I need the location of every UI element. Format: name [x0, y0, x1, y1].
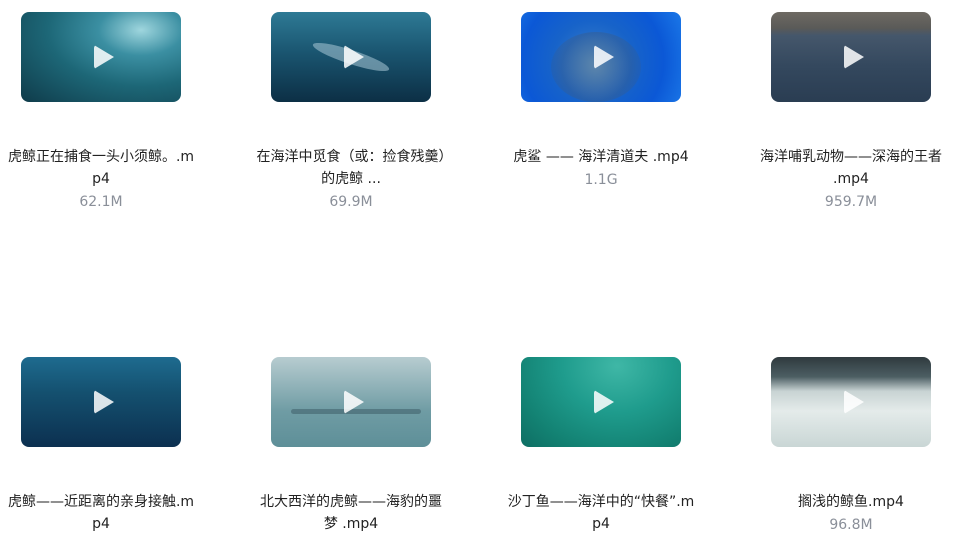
file-size: 96.8M	[829, 517, 873, 533]
video-card[interactable]: 海洋哺乳动物——深海的王者 .mp4 959.7M	[751, 0, 951, 212]
play-icon[interactable]	[344, 390, 364, 414]
video-thumbnail[interactable]	[521, 357, 681, 447]
file-size: 1.1G	[584, 172, 618, 188]
file-size: 959.7M	[824, 194, 878, 210]
play-icon[interactable]	[594, 45, 614, 69]
video-card[interactable]: 北大西洋的虎鲸——海豹的噩梦 .mp4	[251, 345, 451, 537]
video-title[interactable]: 虎鲨 —— 海洋清道夫 .mp4	[506, 146, 696, 168]
video-title[interactable]: 搁浅的鲸鱼.mp4	[756, 491, 946, 513]
video-title[interactable]: 北大西洋的虎鲸——海豹的噩梦 .mp4	[256, 491, 446, 535]
video-title[interactable]: 虎鲸——近距离的亲身接触.mp4	[6, 491, 196, 535]
video-card[interactable]: 虎鲸正在捕食一头小须鲸。.mp4 62.1M	[1, 0, 201, 212]
video-card[interactable]: 沙丁鱼——海洋中的“快餐”.mp4	[501, 345, 701, 537]
video-thumbnail[interactable]	[771, 12, 931, 102]
video-title[interactable]: 沙丁鱼——海洋中的“快餐”.mp4	[506, 491, 696, 535]
play-icon[interactable]	[844, 390, 864, 414]
play-icon[interactable]	[94, 45, 114, 69]
play-icon[interactable]	[594, 390, 614, 414]
play-icon[interactable]	[344, 45, 364, 69]
video-title[interactable]: 在海洋中觅食（或：捡食残羹）的虎鲸 ...	[256, 146, 446, 190]
video-thumbnail[interactable]	[771, 357, 931, 447]
file-size: 62.1M	[79, 194, 123, 210]
file-size: 69.9M	[329, 194, 373, 210]
video-thumbnail[interactable]	[271, 357, 431, 447]
video-thumbnail[interactable]	[21, 357, 181, 447]
video-card[interactable]: 搁浅的鲸鱼.mp4 96.8M	[751, 345, 951, 535]
video-title[interactable]: 虎鲸正在捕食一头小须鲸。.mp4	[6, 146, 196, 190]
video-thumbnail[interactable]	[21, 12, 181, 102]
play-icon[interactable]	[844, 45, 864, 69]
play-icon[interactable]	[94, 390, 114, 414]
video-card[interactable]: 虎鲨 —— 海洋清道夫 .mp4 1.1G	[501, 0, 701, 190]
video-title[interactable]: 海洋哺乳动物——深海的王者 .mp4	[756, 146, 946, 190]
video-thumbnail[interactable]	[521, 12, 681, 102]
video-file-grid: 虎鲸正在捕食一头小须鲸。.mp4 62.1M 在海洋中觅食（或：捡食残羹）的虎鲸…	[0, 0, 956, 545]
video-card[interactable]: 在海洋中觅食（或：捡食残羹）的虎鲸 ... 69.9M	[251, 0, 451, 212]
video-card[interactable]: 虎鲸——近距离的亲身接触.mp4	[1, 345, 201, 537]
video-thumbnail[interactable]	[271, 12, 431, 102]
